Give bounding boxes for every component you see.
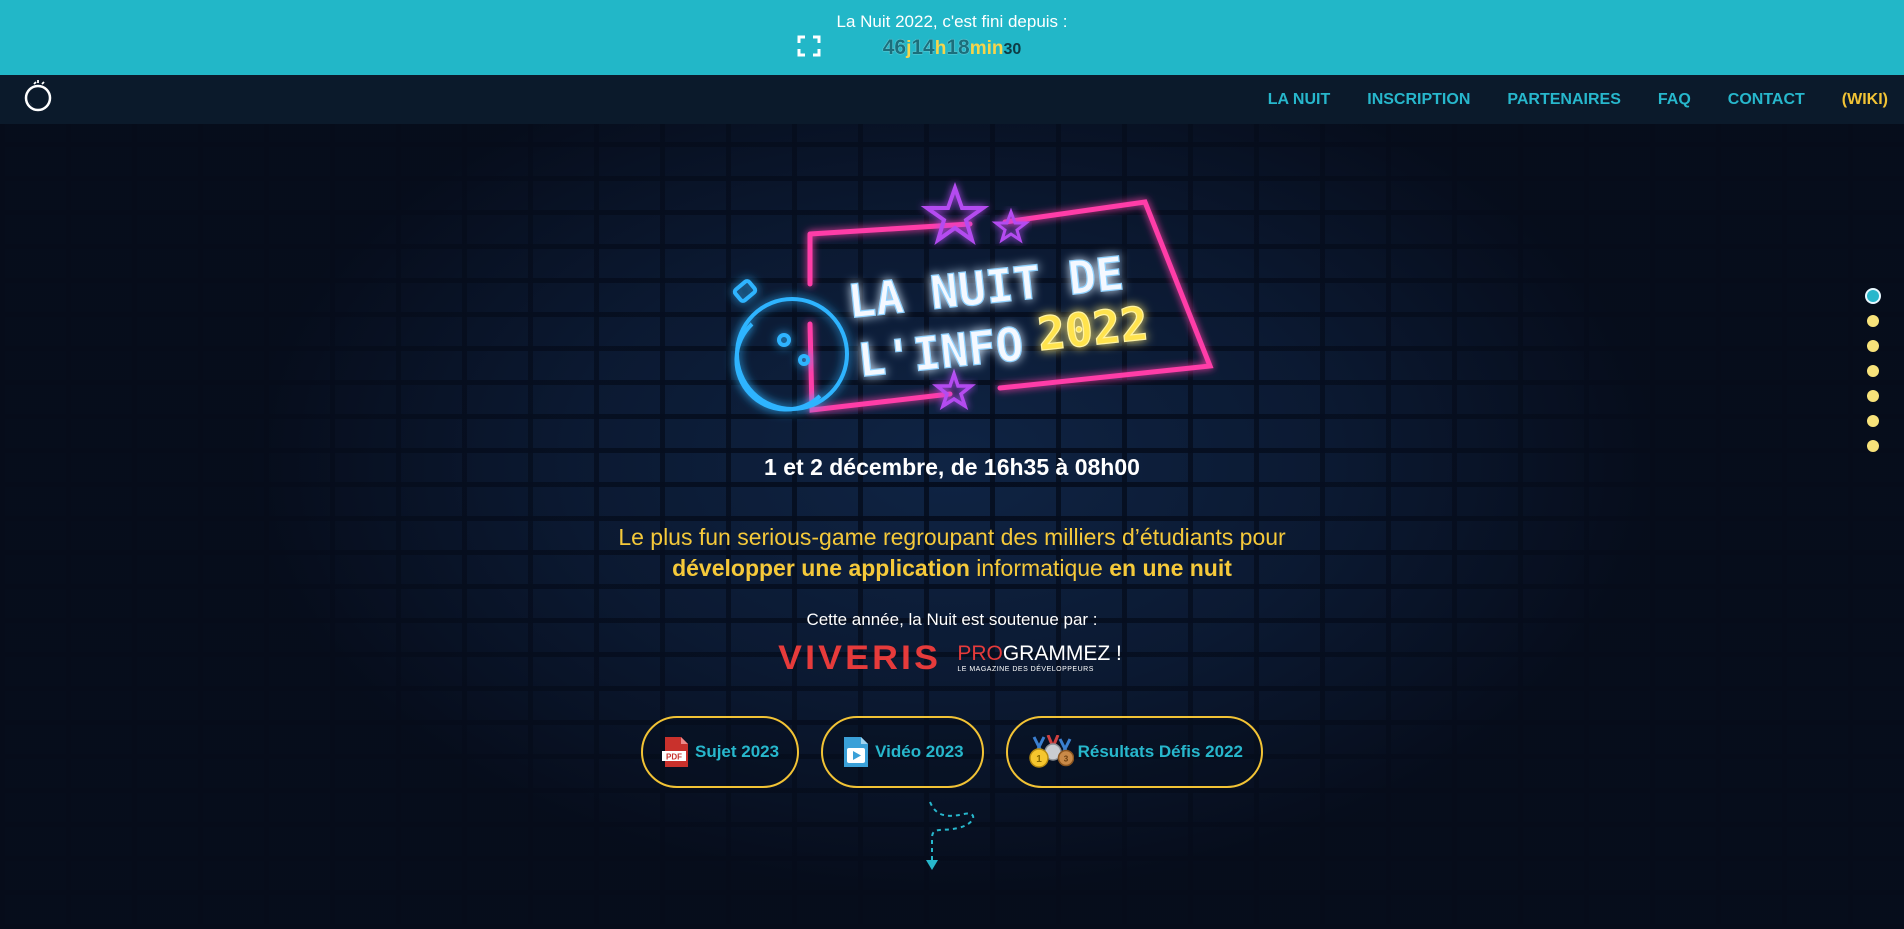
resultats-defis-label: Résultats Défis 2022 <box>1077 742 1243 761</box>
section-dot[interactable] <box>1867 415 1879 427</box>
pdf-icon: PDF <box>661 737 688 767</box>
countdown-minutes-unit: min <box>969 38 1004 59</box>
sponsor-logos: VIVERIS PROGRAMMEZ ! LE MAGAZINE DES DÉV… <box>0 638 1904 678</box>
event-neon-logo: LA NUIT DE L'INFO 2022 <box>732 181 1214 413</box>
tagline-bold2: en une nuit <box>1109 555 1232 581</box>
sujet-2023-label: Sujet 2023 <box>694 742 780 761</box>
programmez-rest: GRAMMEZ ! <box>1002 642 1122 665</box>
hero-section: LA NUIT DE L'INFO 2022 1 et 2 décembre, … <box>0 124 1904 929</box>
countdown-seconds: 30 <box>1003 41 1022 58</box>
video-file-icon <box>844 737 869 767</box>
programmez-logo[interactable]: PROGRAMMEZ ! LE MAGAZINE DES DÉVELOPPEUR… <box>957 643 1122 673</box>
section-dot[interactable] <box>1867 340 1879 352</box>
section-dot[interactable] <box>1867 290 1879 302</box>
nav-link-inscription[interactable]: INSCRIPTION <box>1367 91 1470 109</box>
programmez-subtitle: LE MAGAZINE DES DÉVELOPPEURS <box>957 666 1094 673</box>
section-dot[interactable] <box>1867 390 1879 402</box>
nav-link-la-nuit[interactable]: LA NUIT <box>1268 91 1331 109</box>
nav-links: LA NUIT INSCRIPTION PARTENAIRES FAQ CONT… <box>1231 75 1888 124</box>
logo-line2-text: L'INFO <box>855 317 1026 388</box>
viveris-logo[interactable]: VIVERIS <box>778 639 941 678</box>
video-2023-label: Vidéo 2023 <box>875 742 964 761</box>
nav-link-contact[interactable]: CONTACT <box>1728 91 1805 109</box>
scroll-down-arrow-icon[interactable] <box>918 800 982 872</box>
tagline: Le plus fun serious-game regroupant des … <box>0 522 1904 584</box>
countdown-minutes: 18 <box>946 36 970 59</box>
video-2023-button[interactable]: Vidéo 2023 <box>821 716 984 788</box>
programmez-pro: PRO <box>957 642 1003 665</box>
logo-year-text: 2022 <box>1035 296 1151 361</box>
countdown-timer: 46j14h18min30 <box>0 36 1904 60</box>
svg-text:1: 1 <box>1036 754 1042 765</box>
countdown-banner: La Nuit 2022, c'est fini depuis : 46j14h… <box>0 0 1904 75</box>
countdown-hours: 14 <box>911 36 935 59</box>
nav-link-faq[interactable]: FAQ <box>1658 91 1691 109</box>
countdown-hours-unit: h <box>934 38 947 59</box>
tagline-line1: Le plus fun serious-game regroupant des … <box>618 524 1286 550</box>
countdown-days: 46 <box>882 36 907 59</box>
banner-title: La Nuit 2022, c'est fini depuis : <box>836 12 1068 31</box>
resultats-defis-2022-button[interactable]: 1 3 Résultats Défis 2022 <box>1005 716 1263 788</box>
medals-icon: 1 3 <box>1028 735 1074 768</box>
section-nav-dots <box>1867 290 1881 465</box>
tagline-bold1: développer une application <box>672 555 970 581</box>
nav-link-wiki[interactable]: (WIKI) <box>1842 91 1888 109</box>
cta-row: PDF Sujet 2023 Vidéo 2023 1 3 Résultats … <box>0 716 1904 788</box>
site-logo[interactable] <box>20 79 56 115</box>
tagline-part2: informatique <box>976 555 1103 581</box>
sujet-2023-button[interactable]: PDF Sujet 2023 <box>640 716 800 788</box>
section-dot[interactable] <box>1867 315 1879 327</box>
section-dot[interactable] <box>1867 365 1879 377</box>
event-date: 1 et 2 décembre, de 16h35 à 08h00 <box>764 454 1140 480</box>
section-dot[interactable] <box>1867 440 1879 452</box>
main-navbar: LA NUIT INSCRIPTION PARTENAIRES FAQ CONT… <box>0 75 1904 124</box>
svg-text:3: 3 <box>1063 755 1068 764</box>
nav-link-partenaires[interactable]: PARTENAIRES <box>1507 91 1621 109</box>
sponsor-intro: Cette année, la Nuit est soutenue par : <box>806 610 1098 629</box>
svg-text:PDF: PDF <box>666 753 682 762</box>
